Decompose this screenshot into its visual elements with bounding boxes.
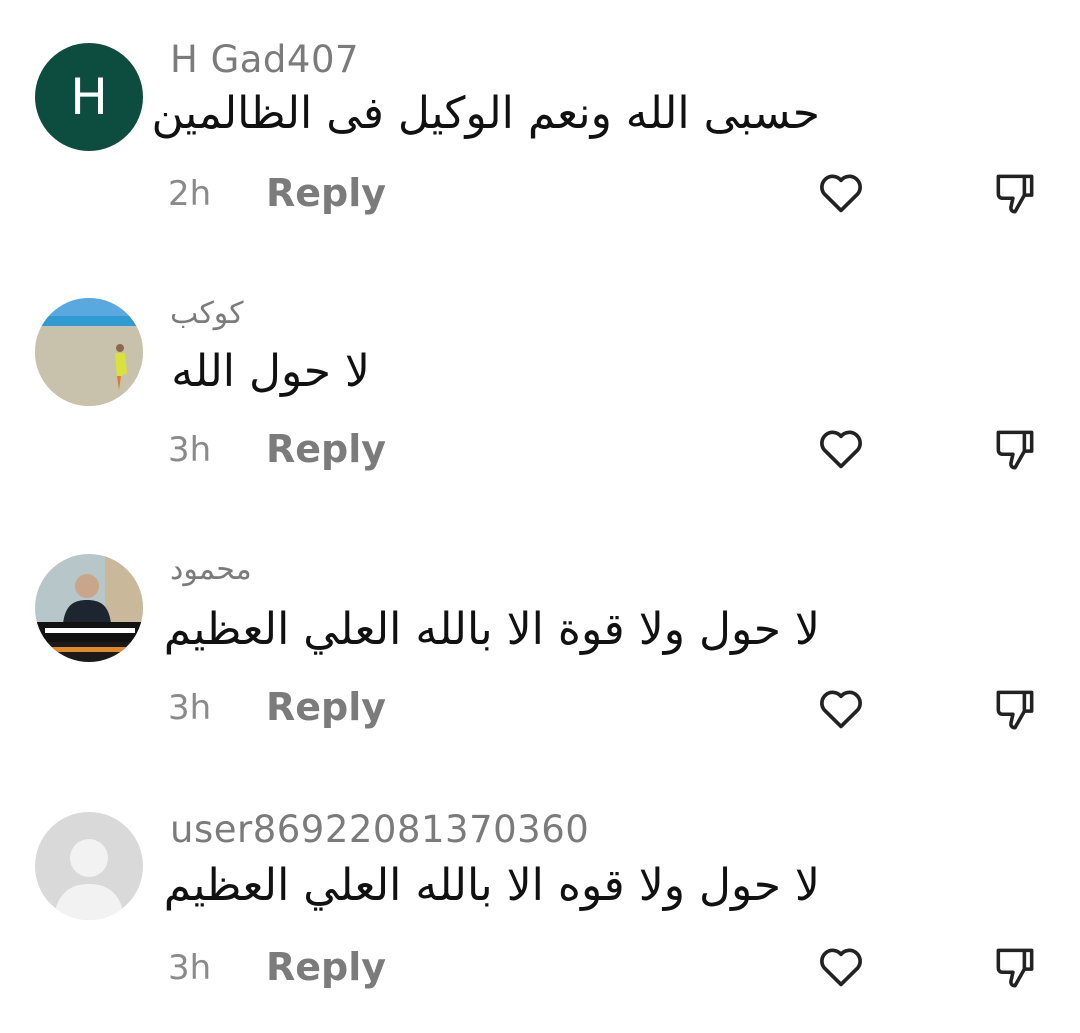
dislike-button[interactable] [990, 424, 1042, 476]
comment-timestamp: 2h [168, 174, 212, 214]
like-button[interactable] [815, 422, 867, 474]
thumbs-down-icon [996, 174, 1034, 214]
like-button[interactable] [815, 940, 867, 992]
comment-timestamp: 3h [168, 948, 212, 988]
heart-icon [820, 690, 862, 729]
dislike-button[interactable] [990, 168, 1042, 220]
like-button[interactable] [815, 682, 867, 734]
avatar-photo [35, 554, 143, 662]
comment-username[interactable]: كوكب [170, 296, 244, 331]
like-button[interactable] [815, 166, 867, 218]
default-avatar-icon [35, 812, 143, 920]
dislike-button[interactable] [990, 942, 1042, 994]
dislike-button[interactable] [990, 684, 1042, 736]
comment-item: H H Gad407 حسبى الله ونعم الوكيل فى الظا… [0, 0, 1080, 258]
comment-item: كوكب لا حول الله 3h Reply [0, 258, 1080, 516]
comment-text: لا حول الله [171, 346, 370, 397]
reply-button[interactable]: Reply [266, 427, 386, 471]
comment-username[interactable]: H Gad407 [170, 38, 359, 81]
reply-button[interactable]: Reply [266, 685, 386, 729]
comment-timestamp: 3h [168, 688, 212, 728]
comment-text: حسبى الله ونعم الوكيل فى الظالمين [151, 88, 821, 139]
reply-button[interactable]: Reply [266, 945, 386, 989]
comment-timestamp: 3h [168, 430, 212, 470]
avatar[interactable] [35, 298, 143, 406]
thumbs-down-icon [996, 430, 1034, 470]
heart-icon [820, 948, 862, 987]
comment-item: محمود لا حول ولا قوة الا بالله العلي الع… [0, 516, 1080, 774]
comment-text: لا حول ولا قوة الا بالله العلي العظيم [163, 604, 820, 655]
avatar[interactable] [35, 554, 143, 662]
heart-icon [820, 430, 862, 469]
comment-text: لا حول ولا قوه الا بالله العلي العظيم [163, 860, 820, 911]
comment-username[interactable]: user86922081370360 [170, 808, 589, 851]
heart-icon [820, 174, 862, 213]
avatar[interactable] [35, 812, 143, 920]
thumbs-down-icon [996, 948, 1034, 988]
reply-button[interactable]: Reply [266, 171, 386, 215]
comment-item: user86922081370360 لا حول ولا قوه الا با… [0, 774, 1080, 1032]
thumbs-down-icon [996, 690, 1034, 730]
comment-username[interactable]: محمود [170, 552, 252, 587]
avatar-photo [35, 298, 143, 406]
avatar[interactable]: H [35, 43, 143, 151]
